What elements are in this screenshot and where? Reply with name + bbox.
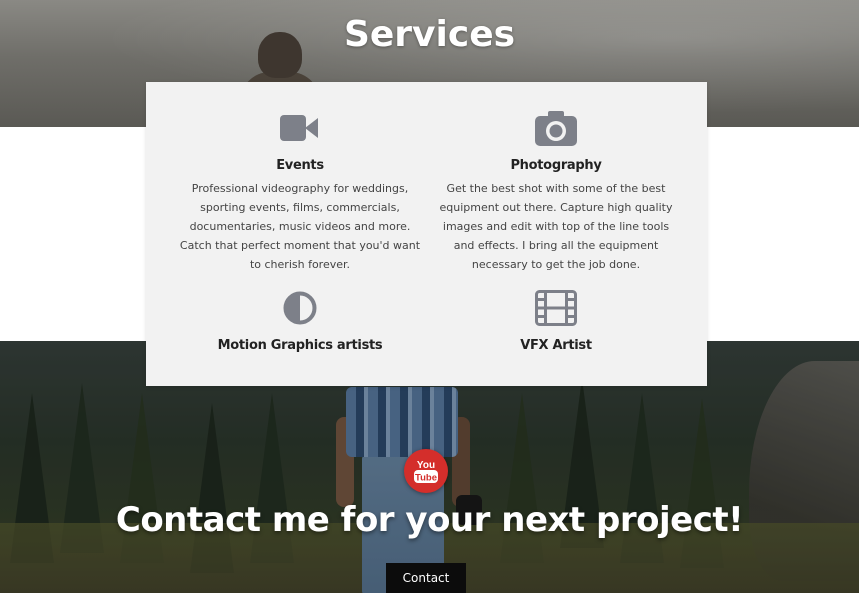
youtube-badge-text-tube: Tube: [415, 473, 437, 484]
service-description-events: Professional videography for weddings, s…: [179, 182, 421, 271]
service-events: Events Professional videography for wedd…: [175, 110, 425, 274]
services-card: Events Professional videography for wedd…: [146, 82, 707, 386]
youtube-icon[interactable]: You Tube: [404, 449, 448, 493]
service-motion-graphics: Motion Graphics artists: [175, 290, 425, 353]
contact-heading: Contact me for your next project!: [115, 500, 744, 540]
service-title-events: Events: [276, 158, 324, 173]
service-title-photography: Photography: [510, 158, 602, 173]
youtube-badge-text-you: You: [417, 460, 435, 471]
services-title: Services: [343, 14, 516, 55]
camera-icon: [535, 110, 577, 150]
video-camera-icon: [280, 113, 320, 147]
half-circle-icon: [283, 291, 317, 329]
service-vfx: VFX Artist: [431, 290, 681, 353]
service-title-motion-graphics: Motion Graphics artists: [217, 338, 383, 353]
service-photography: Photography Get the best shot with some …: [431, 110, 681, 274]
contact-button[interactable]: Contact: [386, 563, 466, 593]
service-description-photography: Get the best shot with some of the best …: [439, 182, 673, 271]
service-title-vfx: VFX Artist: [520, 338, 592, 353]
film-strip-icon: [535, 290, 577, 330]
